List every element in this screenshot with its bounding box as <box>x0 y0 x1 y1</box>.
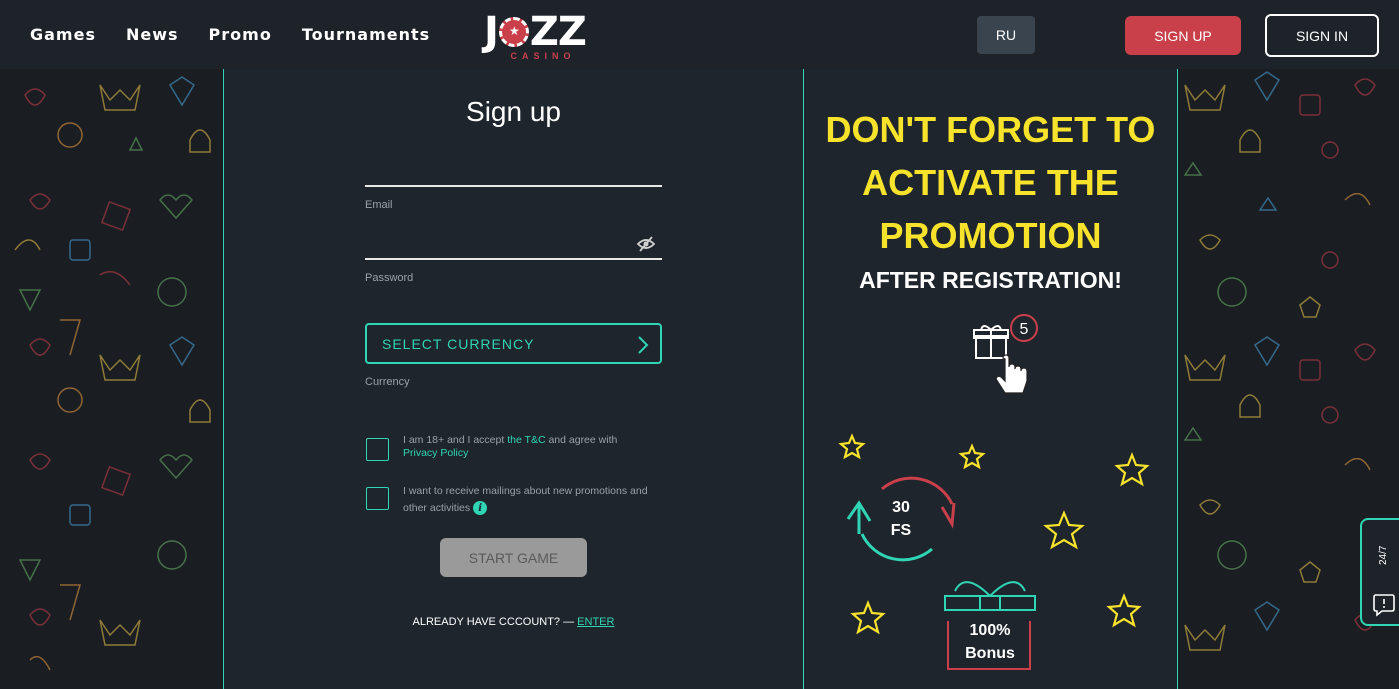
main-nav: Games News Promo Tournaments <box>30 0 460 69</box>
free-spins-value: 30 <box>892 499 910 516</box>
eye-off-icon[interactable] <box>637 235 655 253</box>
mailing-checkbox[interactable] <box>366 487 389 510</box>
star-icon <box>1043 510 1085 550</box>
bonus-value: 100% <box>970 622 1011 639</box>
signup-form-panel: Sign up Email Password SELECT CURRENCY C… <box>223 69 804 689</box>
email-field[interactable] <box>365 185 662 187</box>
password-field[interactable] <box>365 258 662 260</box>
sign-up-button[interactable]: SIGN UP <box>1125 16 1241 55</box>
logo-wordmark: JZZ <box>484 10 602 54</box>
sign-in-button[interactable]: SIGN IN <box>1265 14 1379 57</box>
start-game-button[interactable]: START GAME <box>440 538 587 577</box>
nav-tournaments[interactable]: Tournaments <box>302 25 430 44</box>
roulette-chip-icon <box>498 17 529 47</box>
email-label: Email <box>365 199 393 211</box>
promo-illustration: 5 30 FS 100% Bonus <box>838 314 1150 670</box>
already-have-account: ALREADY HAVE CCCOUNT? — ENTER <box>224 616 803 628</box>
info-icon[interactable]: i <box>473 501 488 516</box>
mailing-text: I want to receive mailings about new pro… <box>403 485 648 514</box>
terms-checkbox[interactable] <box>366 438 389 461</box>
hand-cursor-icon <box>995 354 1028 394</box>
enter-link[interactable]: ENTER <box>577 616 614 628</box>
star-icon <box>838 433 866 460</box>
bonus-label: Bonus <box>965 645 1015 662</box>
already-text: ALREADY HAVE CCCOUNT? — <box>412 616 575 628</box>
gift-badge-count: 5 <box>1020 321 1029 338</box>
terms-middle: and agree with <box>545 434 618 446</box>
mailing-text-block: I want to receive mailings about new pro… <box>403 483 663 517</box>
password-label: Password <box>365 272 414 284</box>
nav-promo[interactable]: Promo <box>209 25 272 44</box>
promo-panel: DON'T FORGET TO ACTIVATE THE PROMOTION A… <box>804 69 1178 689</box>
support-chat-tab[interactable]: 24/7 <box>1360 518 1399 626</box>
signup-title: Sign up <box>466 96 561 127</box>
star-icon <box>850 600 886 635</box>
star-icon <box>958 443 986 470</box>
select-currency-label: SELECT CURRENCY <box>382 335 535 352</box>
star-icon <box>1114 452 1150 487</box>
support-247-label: 24/7 <box>1378 545 1389 565</box>
terms-prefix: I am 18+ and I accept <box>403 434 508 446</box>
free-spins-label: FS <box>891 522 912 539</box>
free-spins-icon <box>846 476 956 562</box>
gift-icon <box>973 325 1009 359</box>
language-button[interactable]: RU <box>977 16 1035 54</box>
top-header: Games News Promo Tournaments JZZ CASINO … <box>0 0 1399 69</box>
privacy-policy-link[interactable]: Privacy Policy <box>403 447 468 459</box>
chat-icon <box>1373 594 1395 617</box>
jozz-casino-logo[interactable]: JZZ CASINO <box>484 10 602 68</box>
chevron-right-icon <box>638 336 649 354</box>
nav-games[interactable]: Games <box>30 25 96 44</box>
terms-link[interactable]: the T&C <box>507 434 545 446</box>
nav-news[interactable]: News <box>126 25 179 44</box>
star-icon <box>1106 593 1142 628</box>
terms-text: I am 18+ and I accept the T&C and agree … <box>403 434 663 460</box>
currency-label: Currency <box>365 376 410 388</box>
select-currency-button[interactable]: SELECT CURRENCY <box>365 323 662 364</box>
